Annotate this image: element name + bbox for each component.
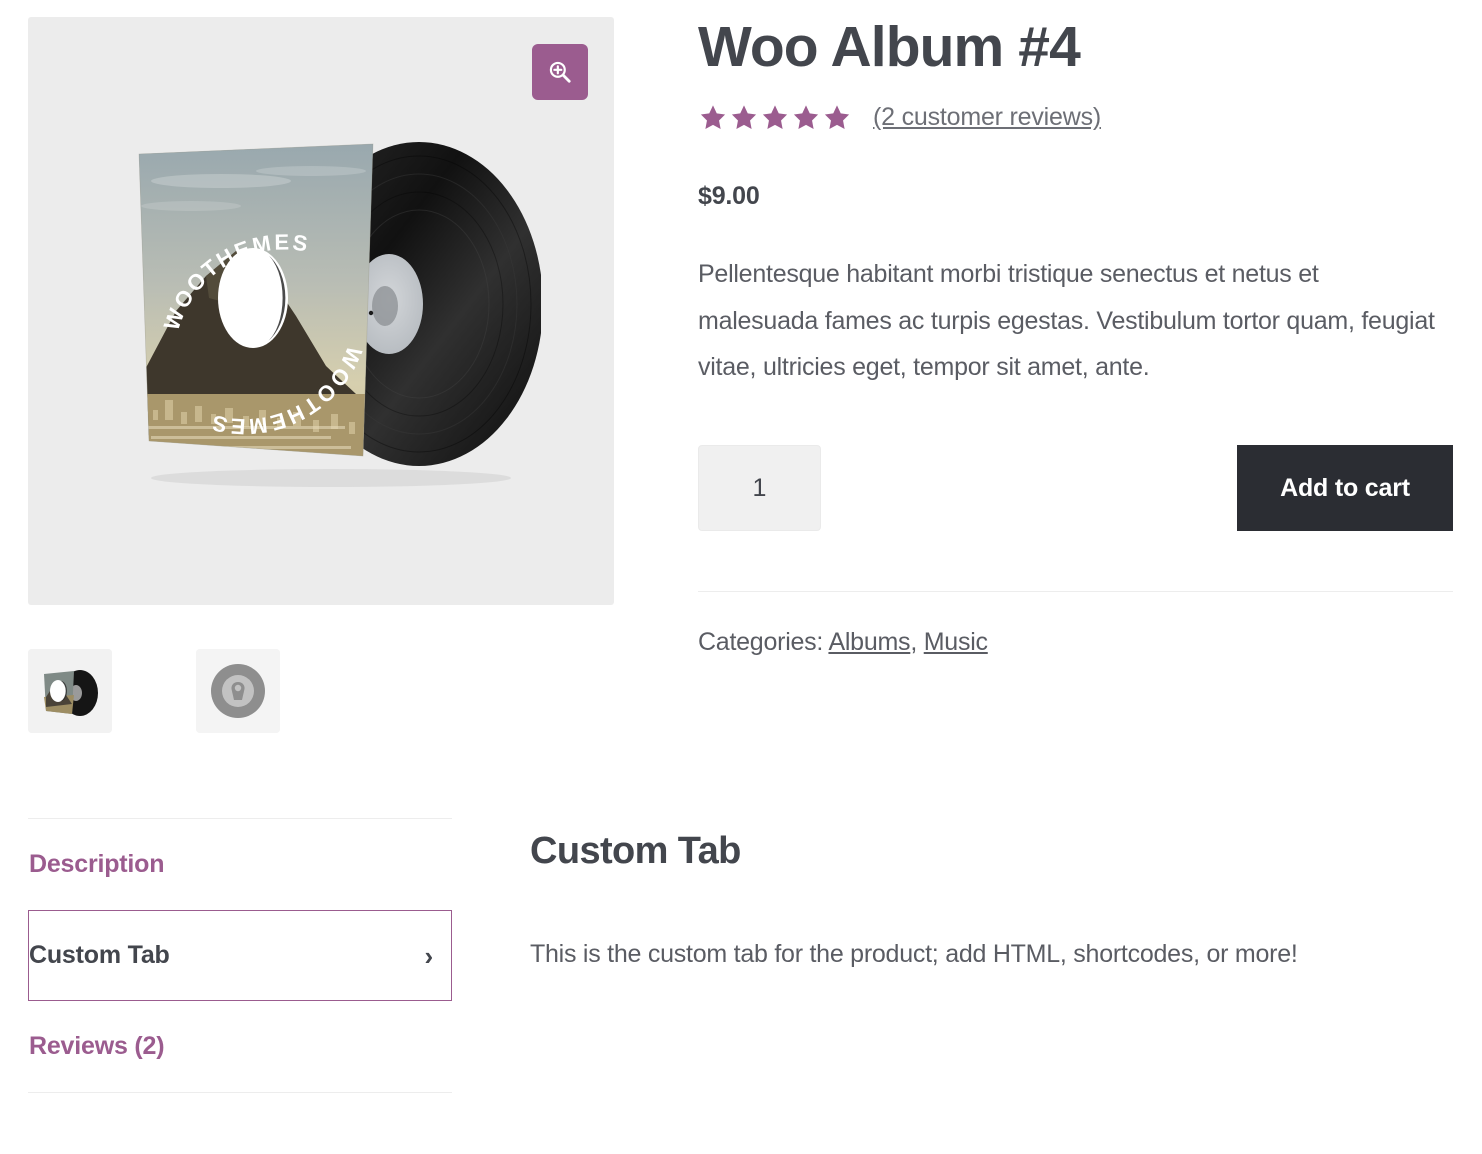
tab-description[interactable]: Description xyxy=(28,819,452,910)
star-icon xyxy=(731,105,757,130)
tab-panel-title: Custom Tab xyxy=(530,830,741,872)
product-rating: (2 customer reviews) xyxy=(698,103,1453,132)
star-icon xyxy=(700,105,726,130)
product-title: Woo Album #4 xyxy=(698,15,1081,79)
album-sleeve: WOOTHEMES WOOTHEMES xyxy=(138,143,374,457)
product-top-section: WOOTHEMES WOOTHEMES Woo Album #4 (2 cust… xyxy=(0,0,1482,800)
quantity-input[interactable] xyxy=(698,445,821,532)
tab-label: Reviews (2) xyxy=(29,1032,165,1060)
magnifier-plus-icon xyxy=(549,61,571,83)
product-tabs-list: Description Custom Tab › Reviews (2) xyxy=(28,818,452,1093)
gallery-thumbnails xyxy=(28,649,614,733)
star-icon xyxy=(793,105,819,130)
customer-reviews-link[interactable]: (2 customer reviews) xyxy=(873,103,1101,132)
tab-reviews[interactable]: Reviews (2) xyxy=(28,1001,452,1092)
tab-label: Description xyxy=(29,850,165,878)
main-product-image[interactable]: WOOTHEMES WOOTHEMES xyxy=(28,17,614,605)
product-summary: Woo Album #4 (2 customer reviews) $9.00 … xyxy=(698,17,1453,657)
chevron-right-icon: › xyxy=(424,940,434,971)
star-rating xyxy=(698,103,852,132)
category-link-albums[interactable]: Albums xyxy=(828,628,910,656)
placeholder-disc-thumbnail-icon xyxy=(196,649,280,733)
album-vinyl-thumbnail-icon xyxy=(28,649,112,733)
star-icon xyxy=(824,105,850,130)
image-zoom-button[interactable] xyxy=(532,44,588,100)
categories-separator: , xyxy=(910,628,924,657)
gallery-thumbnail-1[interactable] xyxy=(28,649,112,733)
album-cover-artwork: WOOTHEMES WOOTHEMES xyxy=(138,142,541,487)
tab-panel-body: This is the custom tab for the product; … xyxy=(530,940,1298,968)
product-categories: Categories: Albums, Music xyxy=(698,628,1453,657)
tab-custom-tab[interactable]: Custom Tab › xyxy=(28,910,452,1001)
tab-content-panel: Custom Tab This is the custom tab for th… xyxy=(530,830,1430,976)
summary-divider xyxy=(698,591,1453,593)
categories-label: Categories: xyxy=(698,628,824,657)
product-price: $9.00 xyxy=(698,182,760,211)
gallery-thumbnail-2[interactable] xyxy=(196,649,280,733)
category-link-music[interactable]: Music xyxy=(924,628,988,656)
add-to-cart-button[interactable]: Add to cart xyxy=(1237,445,1453,532)
star-icon xyxy=(762,105,788,130)
add-to-cart-form: Add to cart xyxy=(698,445,1453,532)
product-short-description: Pellentesque habitant morbi tristique se… xyxy=(698,260,1435,381)
product-page: WOOTHEMES WOOTHEMES Woo Album #4 (2 cust… xyxy=(0,0,1482,1154)
product-gallery: WOOTHEMES WOOTHEMES xyxy=(28,17,614,733)
tab-label: Custom Tab xyxy=(29,941,170,969)
